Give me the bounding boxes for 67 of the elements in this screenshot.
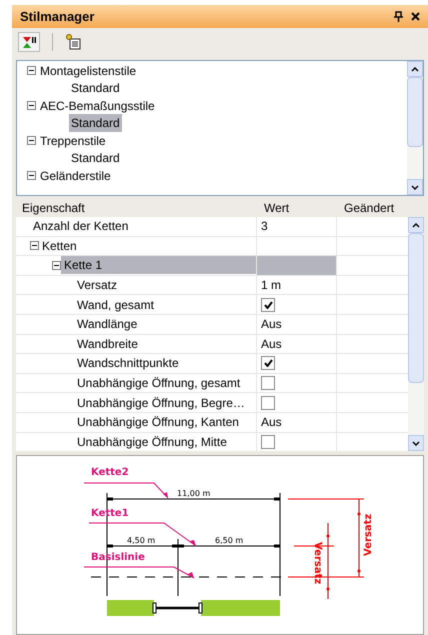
- scroll-down-icon[interactable]: [412, 440, 420, 446]
- scroll-down-icon[interactable]: [411, 184, 419, 190]
- column-header[interactable]: Geändert: [336, 199, 394, 217]
- scrollbar[interactable]: [408, 217, 424, 451]
- property-value[interactable]: 1 m: [261, 276, 282, 294]
- collapse-icon[interactable]: [27, 66, 36, 76]
- property-name[interactable]: Unabhängige Öffnung, Mitte: [74, 432, 227, 451]
- property-value[interactable]: 3: [261, 217, 268, 236]
- dimension-text: 4,50 m: [127, 536, 156, 545]
- checkbox[interactable]: [261, 298, 275, 312]
- property-name[interactable]: Wandlänge: [74, 315, 138, 334]
- scrollbar[interactable]: [407, 61, 423, 195]
- property-name[interactable]: Ketten: [39, 236, 77, 255]
- close-icon[interactable]: [411, 12, 420, 21]
- collapse-icon[interactable]: [27, 171, 36, 180]
- scroll-up-icon[interactable]: [412, 222, 420, 228]
- checkbox[interactable]: [261, 376, 275, 390]
- property-name[interactable]: Wandbreite: [74, 334, 138, 353]
- checkbox[interactable]: [261, 434, 275, 449]
- property-name[interactable]: Unabhängige Öffnung, Begre…: [74, 394, 245, 412]
- property-value[interactable]: Aus: [261, 315, 282, 334]
- tree-item[interactable]: Geländerstile: [38, 166, 111, 185]
- document-icon[interactable]: [65, 34, 81, 50]
- filter-icon: [22, 36, 36, 48]
- checkbox[interactable]: [261, 356, 275, 370]
- property-row[interactable]: Anzahl der Ketten 3: [16, 217, 408, 237]
- panel-title: Stilmanager: [20, 8, 96, 26]
- collapse-icon[interactable]: [27, 101, 36, 110]
- column-header[interactable]: Wert: [256, 199, 336, 217]
- column-header[interactable]: Eigenschaft: [16, 199, 256, 217]
- pin-icon[interactable]: [394, 11, 403, 22]
- property-name[interactable]: Wandschnittpunkte: [74, 354, 179, 372]
- collapse-icon[interactable]: [30, 241, 39, 250]
- property-name[interactable]: Versatz: [74, 276, 118, 294]
- property-row[interactable]: Unabhängige Öffnung, Kanten Aus: [16, 412, 408, 433]
- property-row[interactable]: Versatz 1 m: [16, 276, 408, 296]
- property-name[interactable]: Anzahl der Ketten: [30, 217, 128, 236]
- tree-item[interactable]: Treppenstile: [38, 132, 106, 150]
- checkbox[interactable]: [261, 396, 275, 410]
- tree-item[interactable]: Montagelistenstile: [38, 62, 136, 80]
- chain-label: Kette2: [91, 467, 129, 478]
- filter-button[interactable]: [18, 32, 40, 52]
- tree-item[interactable]: Standard: [69, 79, 122, 98]
- property-row[interactable]: Unabhängige Öffnung, Begre…: [16, 393, 408, 413]
- property-name[interactable]: Unabhängige Öffnung, Kanten: [74, 413, 239, 432]
- property-name[interactable]: Unabhängige Öffnung, gesamt: [74, 374, 240, 392]
- collapse-icon[interactable]: [27, 136, 36, 146]
- property-value[interactable]: Aus: [261, 413, 282, 432]
- dimension-text: 6,50 m: [215, 536, 244, 545]
- offset-text: Versatz: [363, 514, 374, 556]
- property-row[interactable]: Wandlänge Aus: [16, 314, 408, 335]
- scroll-up-icon[interactable]: [411, 66, 419, 72]
- property-row[interactable]: Wandschnittpunkte: [16, 354, 408, 374]
- property-row[interactable]: Unabhängige Öffnung, Mitte: [16, 432, 408, 451]
- offset-text: Versatz: [312, 542, 323, 584]
- property-row[interactable]: Kette 1: [16, 256, 408, 276]
- property-row[interactable]: Wand, gesamt: [16, 295, 408, 315]
- property-row[interactable]: Unabhängige Öffnung, gesamt: [16, 374, 408, 394]
- property-row[interactable]: Wandbreite Aus: [16, 334, 408, 354]
- tree-item[interactable]: Standard: [69, 114, 122, 132]
- dimension-text: 11,00 m: [177, 489, 210, 498]
- property-name[interactable]: Kette 1: [61, 256, 256, 274]
- tree-item[interactable]: Standard: [69, 149, 122, 168]
- property-name[interactable]: Wand, gesamt: [74, 296, 154, 314]
- property-value[interactable]: Aus: [261, 334, 282, 353]
- collapse-icon[interactable]: [52, 260, 61, 270]
- tree-item[interactable]: AEC-Bemaßungsstile: [38, 96, 155, 115]
